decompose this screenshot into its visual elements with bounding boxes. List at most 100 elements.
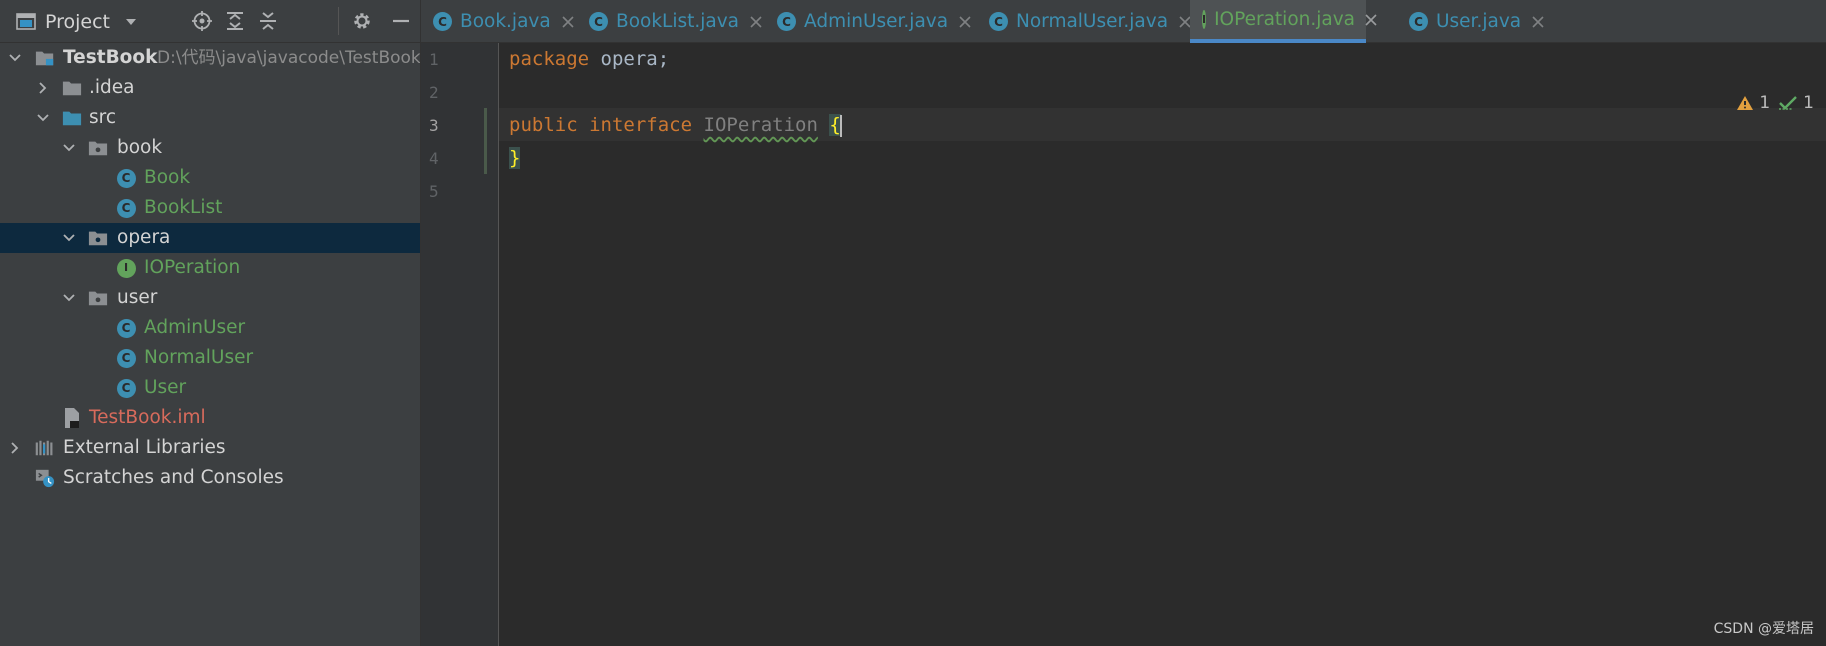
locate-icon[interactable]: [190, 9, 214, 33]
tree-item-booklist-class[interactable]: C BookList: [0, 193, 420, 223]
expand-all-icon[interactable]: [223, 9, 247, 33]
line-number: 5: [429, 182, 439, 201]
close-icon[interactable]: [561, 15, 575, 29]
chevron-right-icon[interactable]: [8, 433, 22, 463]
tab-user-java[interactable]: C User.java: [1409, 0, 1545, 43]
tree-item-src[interactable]: src: [0, 103, 420, 133]
chevron-down-icon[interactable]: [62, 283, 76, 313]
minimize-icon[interactable]: [389, 9, 413, 33]
chevron-down-icon[interactable]: [62, 133, 76, 163]
tab-label: AdminUser.java: [804, 11, 949, 32]
interface-icon: I: [116, 253, 136, 283]
class-icon: C: [777, 12, 796, 31]
module-folder-icon: [35, 43, 55, 73]
tree-item-adminuser-class[interactable]: C AdminUser: [0, 313, 420, 343]
close-icon[interactable]: [749, 15, 763, 29]
project-tool-window: Project TestBook D:\代码\java\javacode\Tes…: [0, 0, 421, 646]
class-icon: C: [433, 12, 452, 31]
tree-item-book-class[interactable]: C Book: [0, 163, 420, 193]
class-icon: C: [116, 163, 136, 193]
tree-item-normaluser-class[interactable]: C NormalUser: [0, 343, 420, 373]
chevron-down-icon[interactable]: [8, 43, 22, 73]
warning-icon: [1737, 96, 1754, 110]
tab-normaluser-java[interactable]: C NormalUser.java: [989, 0, 1192, 43]
chevron-down-icon: [126, 18, 137, 25]
tree-item-scratches[interactable]: Scratches and Consoles: [0, 463, 420, 493]
folder-icon: [62, 73, 82, 103]
code-editor[interactable]: 1 2 3 4 5 package opera; public interfac…: [421, 43, 1826, 646]
class-icon: C: [1409, 12, 1428, 31]
close-brace: }: [509, 147, 521, 169]
tree-item-idea[interactable]: .idea: [0, 73, 420, 103]
tree-item-external-libraries[interactable]: External Libraries: [0, 433, 420, 463]
close-icon[interactable]: [1365, 13, 1377, 27]
class-icon: C: [116, 343, 136, 373]
tree-item-testbook[interactable]: TestBook D:\代码\java\javacode\TestBook: [0, 43, 420, 73]
tree-label-scratches: Scratches and Consoles: [63, 467, 284, 488]
close-icon[interactable]: [958, 15, 972, 29]
tree-label-src: src: [89, 107, 117, 128]
project-view-selector[interactable]: Project: [16, 0, 138, 43]
tree-label-user: user: [117, 287, 158, 308]
keyword: public: [509, 114, 578, 136]
tree-label-ioperation: IOPeration: [144, 257, 241, 278]
tree-item-opera[interactable]: opera: [0, 223, 420, 253]
library-icon: [35, 433, 55, 463]
line-number: 2: [429, 83, 439, 102]
tree-item-book[interactable]: book: [0, 133, 420, 163]
tab-booklist-java[interactable]: C BookList.java: [589, 0, 763, 43]
header-divider: [338, 7, 339, 35]
tree-label-opera: opera: [117, 227, 171, 248]
editor-tab-bar: C Book.java C BookList.java C AdminUser.…: [421, 0, 1826, 43]
chevron-down-icon[interactable]: [62, 223, 76, 253]
tab-label: NormalUser.java: [1016, 11, 1169, 32]
package-icon: [88, 283, 108, 313]
text-caret: [839, 114, 842, 137]
tab-label: BookList.java: [616, 11, 740, 32]
code-line-1: package opera;: [509, 43, 669, 76]
code-line-3: public interface IOPeration {: [509, 109, 842, 142]
class-icon: C: [116, 313, 136, 343]
tree-item-iml[interactable]: TestBook.iml: [0, 403, 420, 433]
line-number: 3: [429, 116, 439, 135]
scratches-icon: [35, 463, 55, 493]
gear-icon[interactable]: [350, 9, 374, 33]
class-icon: C: [116, 373, 136, 403]
warnings-indicator[interactable]: 1: [1736, 93, 1770, 113]
warnings-count: 1: [1759, 93, 1771, 113]
tab-adminuser-java[interactable]: C AdminUser.java: [777, 0, 972, 43]
project-tree: TestBook D:\代码\java\javacode\TestBook .i…: [0, 43, 420, 493]
package-icon: [88, 223, 108, 253]
tab-ioperation-java[interactable]: I IOPeration.java: [1190, 0, 1377, 43]
close-icon[interactable]: [1531, 15, 1545, 29]
tree-label-user-class: User: [144, 377, 187, 398]
chevron-down-icon[interactable]: [36, 103, 50, 133]
module-file-icon: [62, 403, 82, 433]
collapse-all-icon[interactable]: [256, 9, 280, 33]
interface-name: IOPeration: [703, 114, 818, 136]
project-window-icon: [16, 13, 36, 30]
class-icon: C: [589, 12, 608, 31]
tree-label-idea: .idea: [89, 77, 135, 98]
tree-item-user-class[interactable]: C User: [0, 373, 420, 403]
tree-path-testbook: D:\代码\java\javacode\TestBook: [157, 48, 421, 68]
line-number: 4: [429, 149, 439, 168]
class-icon: C: [989, 12, 1008, 31]
inspection-widget[interactable]: 1 1: [1736, 93, 1814, 113]
tree-label-iml: TestBook.iml: [89, 407, 206, 428]
code-line-4: }: [509, 142, 521, 175]
chevron-right-icon[interactable]: [36, 73, 50, 103]
source-folder-icon: [62, 103, 82, 133]
package-icon: [88, 133, 108, 163]
tree-label-external-libraries: External Libraries: [63, 437, 226, 458]
tree-item-user[interactable]: user: [0, 283, 420, 313]
line-number: 1: [429, 50, 439, 69]
tree-label-book: book: [117, 137, 163, 158]
tree-item-ioperation[interactable]: I IOPeration: [0, 253, 420, 283]
weak-warnings-indicator[interactable]: 1: [1778, 93, 1814, 113]
class-icon: C: [116, 193, 136, 223]
weak-warnings-count: 1: [1803, 93, 1814, 113]
interface-icon: I: [1202, 10, 1207, 29]
tab-book-java[interactable]: C Book.java: [433, 0, 575, 43]
package-name: opera;: [589, 48, 670, 70]
